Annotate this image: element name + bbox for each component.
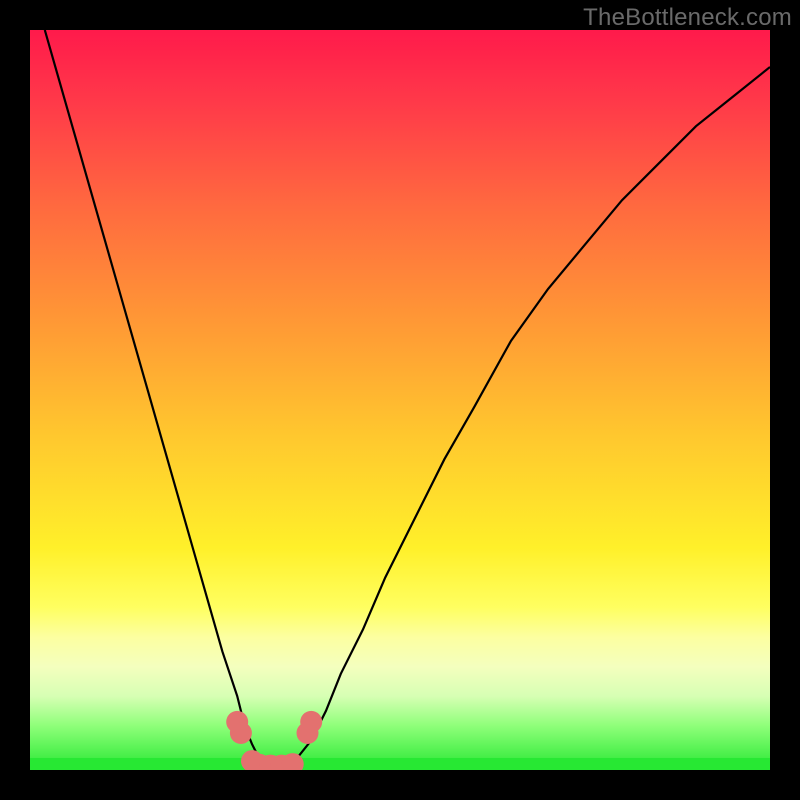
outer-frame: TheBottleneck.com bbox=[0, 0, 800, 800]
optimal-marker bbox=[300, 711, 322, 733]
optimal-marker bbox=[230, 722, 252, 744]
bottleneck-chart bbox=[30, 30, 770, 770]
watermark-text: TheBottleneck.com bbox=[583, 4, 792, 32]
gradient-background bbox=[30, 30, 770, 770]
optimal-green-band bbox=[30, 758, 770, 770]
